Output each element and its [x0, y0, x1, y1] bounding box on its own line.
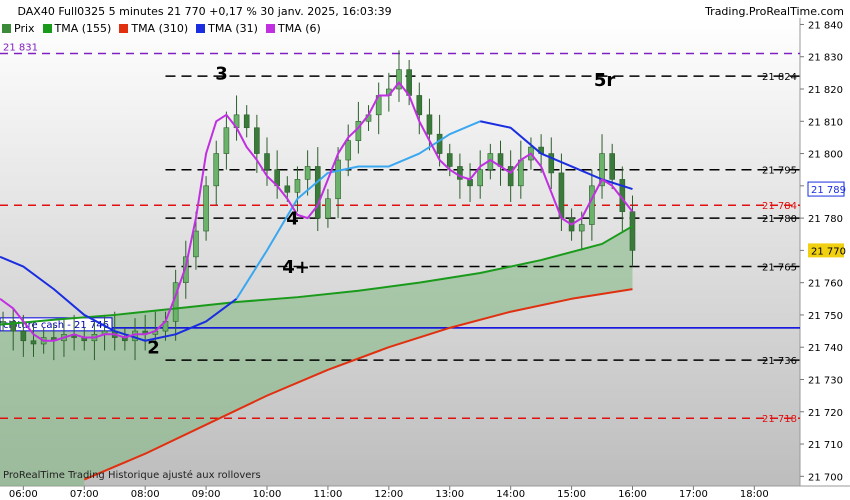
x-tick-label: 18:00	[740, 489, 769, 500]
y-tick-label: 21 820	[808, 85, 843, 96]
price-tag-label: 21 770	[811, 246, 846, 257]
x-tick-label: 16:00	[618, 489, 647, 500]
x-tick-label: 10:00	[253, 489, 282, 500]
candle-body	[335, 159, 341, 200]
legend-swatch-icon	[119, 24, 129, 33]
candle-body	[345, 140, 352, 161]
candle-body	[30, 340, 37, 345]
candle-body	[477, 169, 484, 187]
y-tick-label: 21 750	[808, 311, 843, 322]
chart-title: DAX40 Full0325 5 minutes 21 770 +0,17 % …	[17, 5, 392, 18]
candle-body	[578, 224, 585, 232]
x-tick-label: 09:00	[192, 489, 221, 500]
level-label: 21 795	[762, 166, 797, 177]
brand-label: Trading.ProRealTime.com	[705, 5, 844, 18]
x-tick-label: 13:00	[435, 489, 464, 500]
candle-body	[20, 330, 27, 342]
y-tick-label: 21 840	[808, 20, 843, 31]
candle-body	[304, 166, 311, 180]
wave-label: 4+	[282, 257, 310, 278]
candle-body	[0, 321, 6, 324]
legend-item-tma310[interactable]: TMA (310)	[119, 22, 188, 35]
x-tick-label: 06:00	[9, 489, 38, 500]
candle-body	[446, 153, 453, 167]
x-tick-label: 12:00	[374, 489, 403, 500]
level-label: 21 780	[762, 214, 797, 225]
candle-body	[314, 166, 321, 219]
y-tick-label: 21 720	[808, 408, 843, 419]
candle-body	[254, 127, 260, 154]
level-label: 21 784	[762, 201, 797, 212]
candle-body	[243, 114, 250, 129]
candle-body	[416, 95, 423, 116]
candle-body	[284, 185, 291, 193]
y-tick-label: 21 700	[808, 472, 843, 483]
candle-body	[203, 185, 209, 232]
candle-body	[609, 153, 615, 180]
y-tick-label: 21 780	[808, 214, 843, 225]
x-tick-label: 15:00	[557, 489, 586, 500]
legend-swatch-icon	[196, 24, 206, 33]
chart-svg: 21 83121 82421 79521 78421 78021 765clôt…	[0, 18, 850, 500]
level-label: 21 765	[762, 263, 797, 274]
y-tick-label: 21 830	[808, 53, 843, 64]
x-tick-label: 08:00	[131, 489, 160, 500]
wave-label: 2	[147, 338, 160, 359]
legend: Prix TMA (155) TMA (310) TMA (31) TMA (6…	[2, 22, 325, 35]
legend-item-tma6[interactable]: TMA (6)	[265, 22, 321, 35]
wave-label: 5r	[594, 70, 616, 91]
footer-text: ProRealTime Trading Historique ajusté au…	[3, 470, 261, 481]
x-axis-panel	[0, 486, 850, 500]
y-tick-label: 21 730	[808, 375, 843, 386]
level-label: 21 736	[762, 356, 797, 367]
level-label: 21 824	[762, 72, 797, 83]
level-label: 21 831	[3, 43, 38, 54]
x-tick-label: 07:00	[70, 489, 99, 500]
candle-body	[294, 179, 301, 193]
candle-body	[325, 198, 331, 219]
legend-swatch-icon	[42, 24, 52, 33]
y-tick-label: 21 800	[808, 150, 843, 161]
y-tick-label: 21 740	[808, 343, 843, 354]
y-tick-label: 21 710	[808, 440, 843, 451]
candle-body	[518, 159, 524, 187]
instrument-icon	[4, 6, 14, 16]
candle-body	[264, 153, 270, 170]
y-tick-label: 21 810	[808, 117, 843, 128]
wave-label: 3	[215, 63, 228, 84]
legend-item-tma155[interactable]: TMA (155)	[42, 22, 111, 35]
candle-body	[213, 153, 220, 187]
x-tick-label: 17:00	[679, 489, 708, 500]
candle-body	[436, 133, 443, 154]
candle-body	[193, 230, 199, 258]
level-label: 21 718	[762, 414, 797, 425]
candle-body	[406, 69, 412, 96]
candle-body	[132, 330, 138, 342]
legend-item-prix[interactable]: Prix	[2, 22, 35, 35]
x-tick-label: 14:00	[496, 489, 525, 500]
candle-body	[589, 185, 595, 225]
legend-item-tma31[interactable]: TMA (31)	[196, 22, 258, 35]
x-tick-label: 11:00	[314, 489, 343, 500]
legend-swatch-icon	[2, 24, 11, 33]
wave-label: 4	[286, 209, 299, 230]
candle-body	[629, 211, 636, 251]
y-tick-label: 21 760	[808, 279, 843, 290]
candle-body	[223, 127, 230, 154]
candle-body	[426, 114, 433, 135]
tma31-tag-label: 21 789	[811, 185, 846, 196]
legend-swatch-icon	[265, 24, 275, 33]
